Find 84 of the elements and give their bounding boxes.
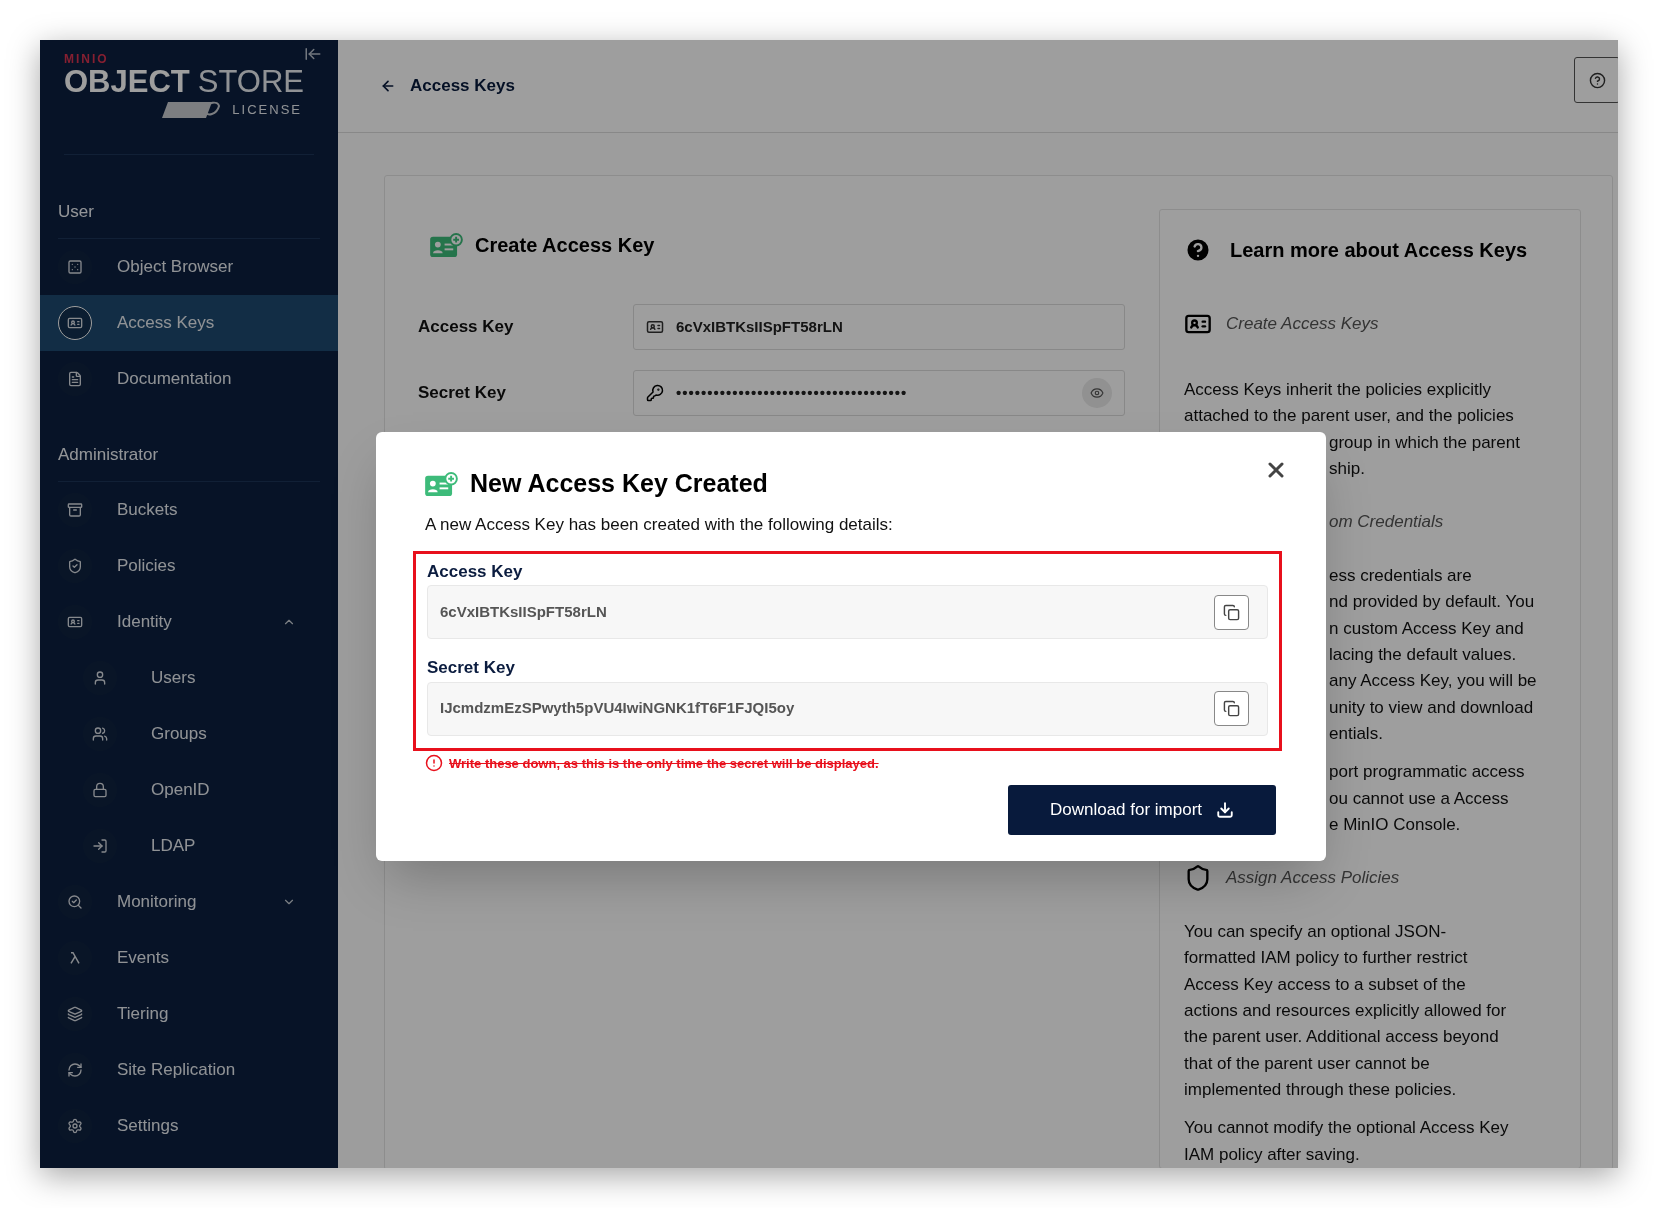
product-name: OBJECT	[64, 66, 190, 98]
back-link[interactable]: Access Keys	[380, 73, 515, 99]
sidebar-item[interactable]: Documentation	[40, 351, 338, 407]
copy-icon	[1223, 700, 1240, 717]
paragraph: You can specify an optional JSON- formatted IAM policy to further restrict Access Key access to a subset of the actions and resources explicitly allowed for the parent user. Additional access beyond that of the parent user cannot be implemented through these policies.	[1184, 921, 1508, 1101]
readonly-field[interactable]: 6cVxIBTKsIISpFT58rLN	[427, 585, 1268, 639]
dice-icon	[67, 259, 83, 275]
field-label: Secret Key	[427, 657, 515, 679]
brand-name: MINIO	[64, 52, 110, 66]
sidebar-item[interactable]: Monitoring	[40, 874, 338, 930]
help-icon	[1588, 71, 1606, 89]
paragraph-fragment: lacing the default values.	[1329, 644, 1517, 667]
settings-icon	[67, 1118, 83, 1134]
sidebar-item[interactable]: Settings	[40, 1098, 338, 1154]
section-heading: Create Access Keys	[1226, 313, 1379, 336]
sidebar-item[interactable]: Tiering	[40, 986, 338, 1042]
sidebar-item[interactable]: Groups	[40, 706, 338, 762]
shield-icon	[67, 558, 83, 574]
copy-button[interactable]	[1214, 691, 1249, 726]
warning-icon	[425, 754, 443, 773]
collapse-icon[interactable]	[304, 45, 322, 63]
paragraph-fragment: unity to view and download	[1329, 696, 1534, 719]
document-icon	[67, 371, 83, 387]
sidebar-item[interactable]: Site Replication	[40, 1042, 338, 1098]
readonly-field[interactable]: IJcmdzmEzSPwyth5pVU4IwiNGNK1fT6F1FJQI5oy	[427, 681, 1268, 736]
id-card-icon	[67, 315, 83, 331]
product-name: STORE	[197, 66, 304, 98]
license-label: LICENSE	[232, 101, 302, 120]
paragraph-fragment: any Access Key, you will be	[1329, 670, 1537, 693]
paragraph-fragment: group in which the parent	[1329, 431, 1520, 454]
paragraph-fragment: nd provided by default. You	[1329, 591, 1535, 614]
sidebar-item[interactable]: Users	[40, 650, 338, 706]
sync-icon	[67, 1062, 83, 1078]
id-card-icon	[646, 318, 664, 336]
login-icon	[92, 838, 108, 854]
paragraph-fragment: ship.	[1329, 457, 1365, 480]
sidebar-item[interactable]: OpenID	[40, 762, 338, 818]
id-card-icon	[425, 471, 458, 497]
download-button[interactable]: Download for import	[1008, 785, 1276, 835]
section-heading: om Credentials	[1329, 511, 1444, 534]
copy-icon	[1223, 603, 1240, 621]
sidebar-item[interactable]: Identity	[40, 594, 338, 650]
show-password-button[interactable]	[1082, 378, 1112, 408]
help-icon	[1184, 236, 1212, 264]
paragraph-fragment: ou cannot use a Access	[1329, 787, 1509, 810]
paragraph-fragment: entials.	[1329, 722, 1383, 745]
sidebar-item[interactable]: Events	[40, 930, 338, 986]
section-heading: Assign Access Policies	[1226, 867, 1400, 890]
sidebar-item[interactable]: LDAP	[40, 818, 338, 874]
layers-icon	[67, 1006, 83, 1022]
magnifier-icon	[67, 894, 83, 910]
sidebar-item[interactable]: Buckets	[40, 482, 338, 538]
paragraph: You cannot modify the optional Access Key IAM policy after saving.	[1184, 1117, 1510, 1166]
paragraph-fragment: port programmatic access	[1329, 761, 1525, 784]
field-label: Secret Key	[418, 382, 507, 405]
download-icon	[1216, 801, 1235, 819]
key-icon	[646, 384, 664, 402]
sidebar-item[interactable]: Policies	[40, 538, 338, 594]
license-badge-icon	[162, 100, 221, 120]
field-label: Access Key	[418, 316, 515, 339]
section-title: User	[57, 201, 95, 223]
warning-text: Write these down, as this is the only time the secret will be displayed.	[449, 754, 879, 773]
paragraph-fragment: ess credentials are	[1329, 565, 1472, 588]
id-card-icon	[67, 614, 83, 630]
eye-icon	[1090, 386, 1104, 400]
dialog-subtitle: A new Access Key has been created with the following details:	[424, 514, 893, 536]
panel-title: Learn more about Access Keys	[1230, 238, 1528, 263]
field-label: Access Key	[427, 560, 523, 583]
lock-icon	[92, 782, 108, 798]
help-button[interactable]	[1574, 57, 1618, 103]
form-title: Create Access Key	[475, 233, 655, 258]
users-icon	[92, 726, 108, 742]
sidebar-item[interactable]: Object Browser	[40, 239, 338, 295]
user-icon	[92, 670, 108, 686]
paragraph-fragment: n custom Access Key and	[1329, 617, 1524, 640]
id-card-icon	[430, 232, 463, 258]
back-arrow-icon	[380, 78, 396, 94]
dialog-title: New Access Key Created	[470, 468, 768, 500]
section-title: Administrator	[57, 444, 160, 466]
sidebar-item[interactable]: Access Keys	[40, 295, 338, 351]
copy-button[interactable]	[1214, 594, 1249, 630]
text-field[interactable]: 6cVxIBTKsIISpFT58rLN	[633, 304, 1125, 350]
paragraph-fragment: e MinIO Console.	[1329, 813, 1461, 836]
password-field[interactable]: •••••••••••••••••••••••••••••••••••••	[633, 370, 1125, 416]
